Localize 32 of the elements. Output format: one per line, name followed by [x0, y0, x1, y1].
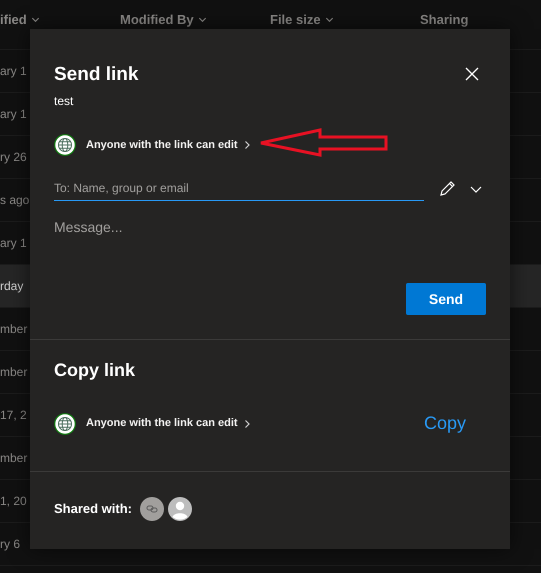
modified-date: ary 1 — [0, 106, 27, 123]
column-header[interactable]: ified — [0, 12, 27, 27]
send-button[interactable]: Send — [406, 283, 486, 315]
person-avatar[interactable] — [168, 496, 192, 520]
dialog-title: Send link — [54, 63, 138, 87]
modified-date: ary 1 — [0, 63, 27, 80]
column-header[interactable]: File size — [270, 12, 321, 27]
modified-date: mber — [0, 321, 28, 338]
modified-date: 1, 20 — [0, 493, 27, 510]
link-avatar[interactable] — [140, 496, 164, 520]
modified-date: s ago — [0, 192, 30, 209]
permission-link[interactable]: Anyone with the link can edit — [86, 415, 252, 432]
modified-date: ary 1 — [0, 235, 27, 252]
recipient-field[interactable]: To: Name, group or email — [54, 176, 424, 201]
modified-date: rday — [0, 278, 24, 295]
pencil-icon[interactable] — [438, 180, 456, 198]
modified-date: ry 26 — [0, 149, 27, 166]
modified-date: mber — [0, 450, 28, 467]
message-field[interactable]: Message... — [54, 217, 486, 277]
modified-date: mber — [0, 364, 28, 381]
file-name: test — [54, 93, 74, 110]
copy-button[interactable]: Copy — [424, 410, 486, 437]
close-icon — [465, 67, 479, 81]
modified-date: ry 6 — [0, 536, 20, 553]
column-header[interactable]: Modified By — [120, 12, 194, 27]
column-header[interactable]: Sharing — [420, 12, 468, 27]
shared-with-label: Shared with: — [54, 500, 132, 518]
globe-icon — [54, 412, 76, 434]
modified-date: 17, 2 — [0, 407, 27, 424]
globe-icon — [54, 134, 76, 156]
permission-link[interactable]: Anyone with the link can edit — [86, 136, 252, 154]
section-title: Copy link — [54, 359, 136, 382]
